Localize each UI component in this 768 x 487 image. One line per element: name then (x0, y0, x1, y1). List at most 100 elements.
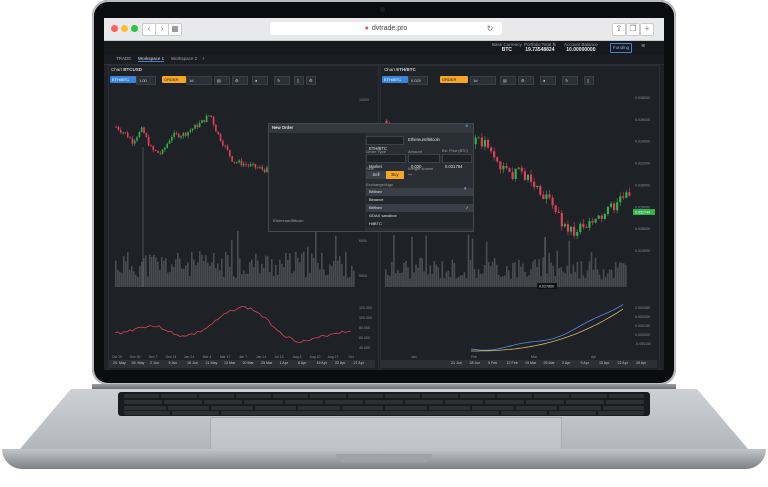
left-timeline-label: 20 Mar (242, 361, 254, 365)
right-order-button[interactable]: ORDER (440, 76, 468, 83)
left-candle (201, 120, 203, 123)
right-volume-bar (508, 270, 510, 287)
right-volume-bar (463, 271, 466, 287)
order-pair-select[interactable]: ETH/BTC (366, 136, 404, 151)
left-volume-bar (249, 261, 251, 287)
right-symbol-select[interactable]: ETH/BTC (382, 76, 408, 83)
tab-trade[interactable]: TRADE (116, 56, 131, 61)
indicators-icon[interactable]: ⚙ (232, 76, 248, 85)
left-volume-bar (183, 268, 185, 287)
right-volume-bar (441, 261, 444, 287)
reload-icon[interactable]: ↻ (486, 24, 494, 33)
right-volume-bar (572, 264, 575, 287)
left-x-label: Aug 3 (293, 355, 302, 359)
right-amount-input[interactable]: 0.020 (408, 76, 428, 85)
right-y-label: 0.032000 (635, 162, 650, 166)
left-y-label: 10000 (359, 98, 369, 102)
left-timeline-label: 9 Jun (168, 361, 178, 365)
new-tab-icon[interactable]: + (640, 23, 654, 36)
left-volume-bar (207, 262, 209, 287)
minimize-window-button[interactable] (121, 25, 128, 32)
funding-button[interactable]: Funding (610, 43, 632, 53)
left-volume-bar (221, 258, 223, 287)
left-volume-bar (337, 260, 339, 287)
left-interval-select[interactable]: 1d (186, 76, 212, 85)
settings-icon[interactable]: ⚙ (306, 76, 316, 85)
left-volume-bar (237, 230, 239, 287)
right-volume-bar (477, 269, 480, 287)
exchange-option-hitbtc[interactable]: HitBTC (366, 220, 473, 228)
left-candle (138, 131, 141, 138)
tabs-overview-icon[interactable]: ❐ (626, 23, 640, 36)
share-icon[interactable]: ⇧ (612, 23, 626, 36)
left-volume-bar (257, 260, 259, 287)
left-volume-bar (273, 275, 275, 287)
right-volume-bar (564, 273, 567, 287)
right-volume-bar (445, 272, 448, 287)
left-volume-bar (133, 271, 135, 287)
right-candle (579, 223, 582, 232)
right-timeline-label: 28 Jun (469, 361, 481, 365)
left-candle (231, 155, 233, 162)
left-candle (240, 160, 243, 166)
left-volume-bar (297, 257, 299, 287)
right-comment-icon[interactable]: ● (540, 76, 556, 85)
buy-button[interactable]: Buy (386, 171, 404, 179)
menu-icon[interactable]: ≡ (641, 43, 648, 50)
order-amount-input[interactable]: 0.020 (408, 154, 440, 169)
sell-button[interactable]: Sell (366, 171, 386, 179)
right-y-label: 0.024000 (635, 249, 650, 253)
left-candle (122, 132, 124, 134)
right-volume-bar (538, 259, 540, 287)
chart-type-icon[interactable]: ▤ (214, 76, 230, 85)
right-volume-bar (465, 278, 468, 287)
right-trash-icon[interactable]: ▯ (584, 76, 594, 85)
left-volume-bar (191, 251, 193, 287)
left-volume-bar (187, 262, 189, 287)
maximize-window-button[interactable] (131, 25, 138, 32)
exchange-option-gdax-sandbox[interactable]: GDAX sandbox (366, 212, 473, 220)
right-volume-bar (473, 269, 476, 287)
tab-workspace-2[interactable]: Workspace 2 (171, 56, 197, 61)
right-candle (573, 226, 576, 236)
left-volume-bar (193, 259, 195, 287)
exchange-option-binance[interactable]: Binance (366, 196, 473, 204)
right-interval-select[interactable]: 1d (470, 76, 496, 85)
right-timeline-navigator[interactable]: 21 Jun 28 Jun 5 Feb 12 Feb 19 Mar 26 Mar 2 Apr… (381, 360, 657, 368)
forward-arrow-icon[interactable]: › (155, 23, 169, 36)
exchange-option-bitfinex[interactable]: Bitfinex ✓ (366, 204, 473, 212)
right-volume-bar (499, 276, 502, 287)
right-candle (557, 211, 560, 213)
sidebar-icon[interactable]: ▦ (168, 23, 182, 36)
add-tab-button[interactable]: + (202, 56, 205, 61)
right-chart-type-icon[interactable]: ▤ (500, 76, 516, 85)
left-candle (143, 127, 145, 134)
comment-icon[interactable]: ● (252, 76, 268, 85)
left-candle (117, 126, 120, 130)
right-timeline-label: 21 Jun (451, 361, 462, 365)
back-arrow-icon[interactable]: ‹ (142, 23, 156, 36)
left-candle (233, 161, 236, 163)
left-volume-bar (169, 272, 171, 287)
tab-workspace-1[interactable]: Workspace 1 (138, 56, 165, 62)
left-timeline-navigator[interactable]: 20. May 26. May 2 Jun 9 Jun 16 Jun 21 May 13 M… (109, 360, 375, 368)
right-indicators-icon[interactable]: ⚙ (518, 76, 534, 85)
close-icon[interactable]: × (465, 124, 469, 130)
weight-value: — (408, 172, 413, 177)
left-candle (256, 167, 259, 169)
exchange-select[interactable]: Bitfinex (366, 188, 473, 196)
left-volume-bar (263, 267, 265, 287)
left-amount-input[interactable]: 1.00 (136, 76, 156, 85)
right-draw-icon[interactable]: ✎ (562, 76, 578, 85)
trash-icon[interactable]: ▯ (294, 76, 304, 85)
left-volume-bar (115, 260, 117, 287)
address-bar[interactable]: ● dvtrade.pro (270, 22, 502, 35)
close-window-button[interactable] (111, 25, 118, 32)
left-volume-bar (275, 264, 277, 287)
draw-icon[interactable]: ✎ (274, 76, 290, 85)
left-symbol-select[interactable]: ETH/BTC (110, 76, 136, 83)
cursor-price-label: 0.027850 (539, 285, 554, 289)
left-y-label: 6000 (359, 239, 367, 243)
order-type-select[interactable]: Market (366, 154, 406, 169)
left-order-button[interactable]: ORDER (162, 76, 186, 83)
